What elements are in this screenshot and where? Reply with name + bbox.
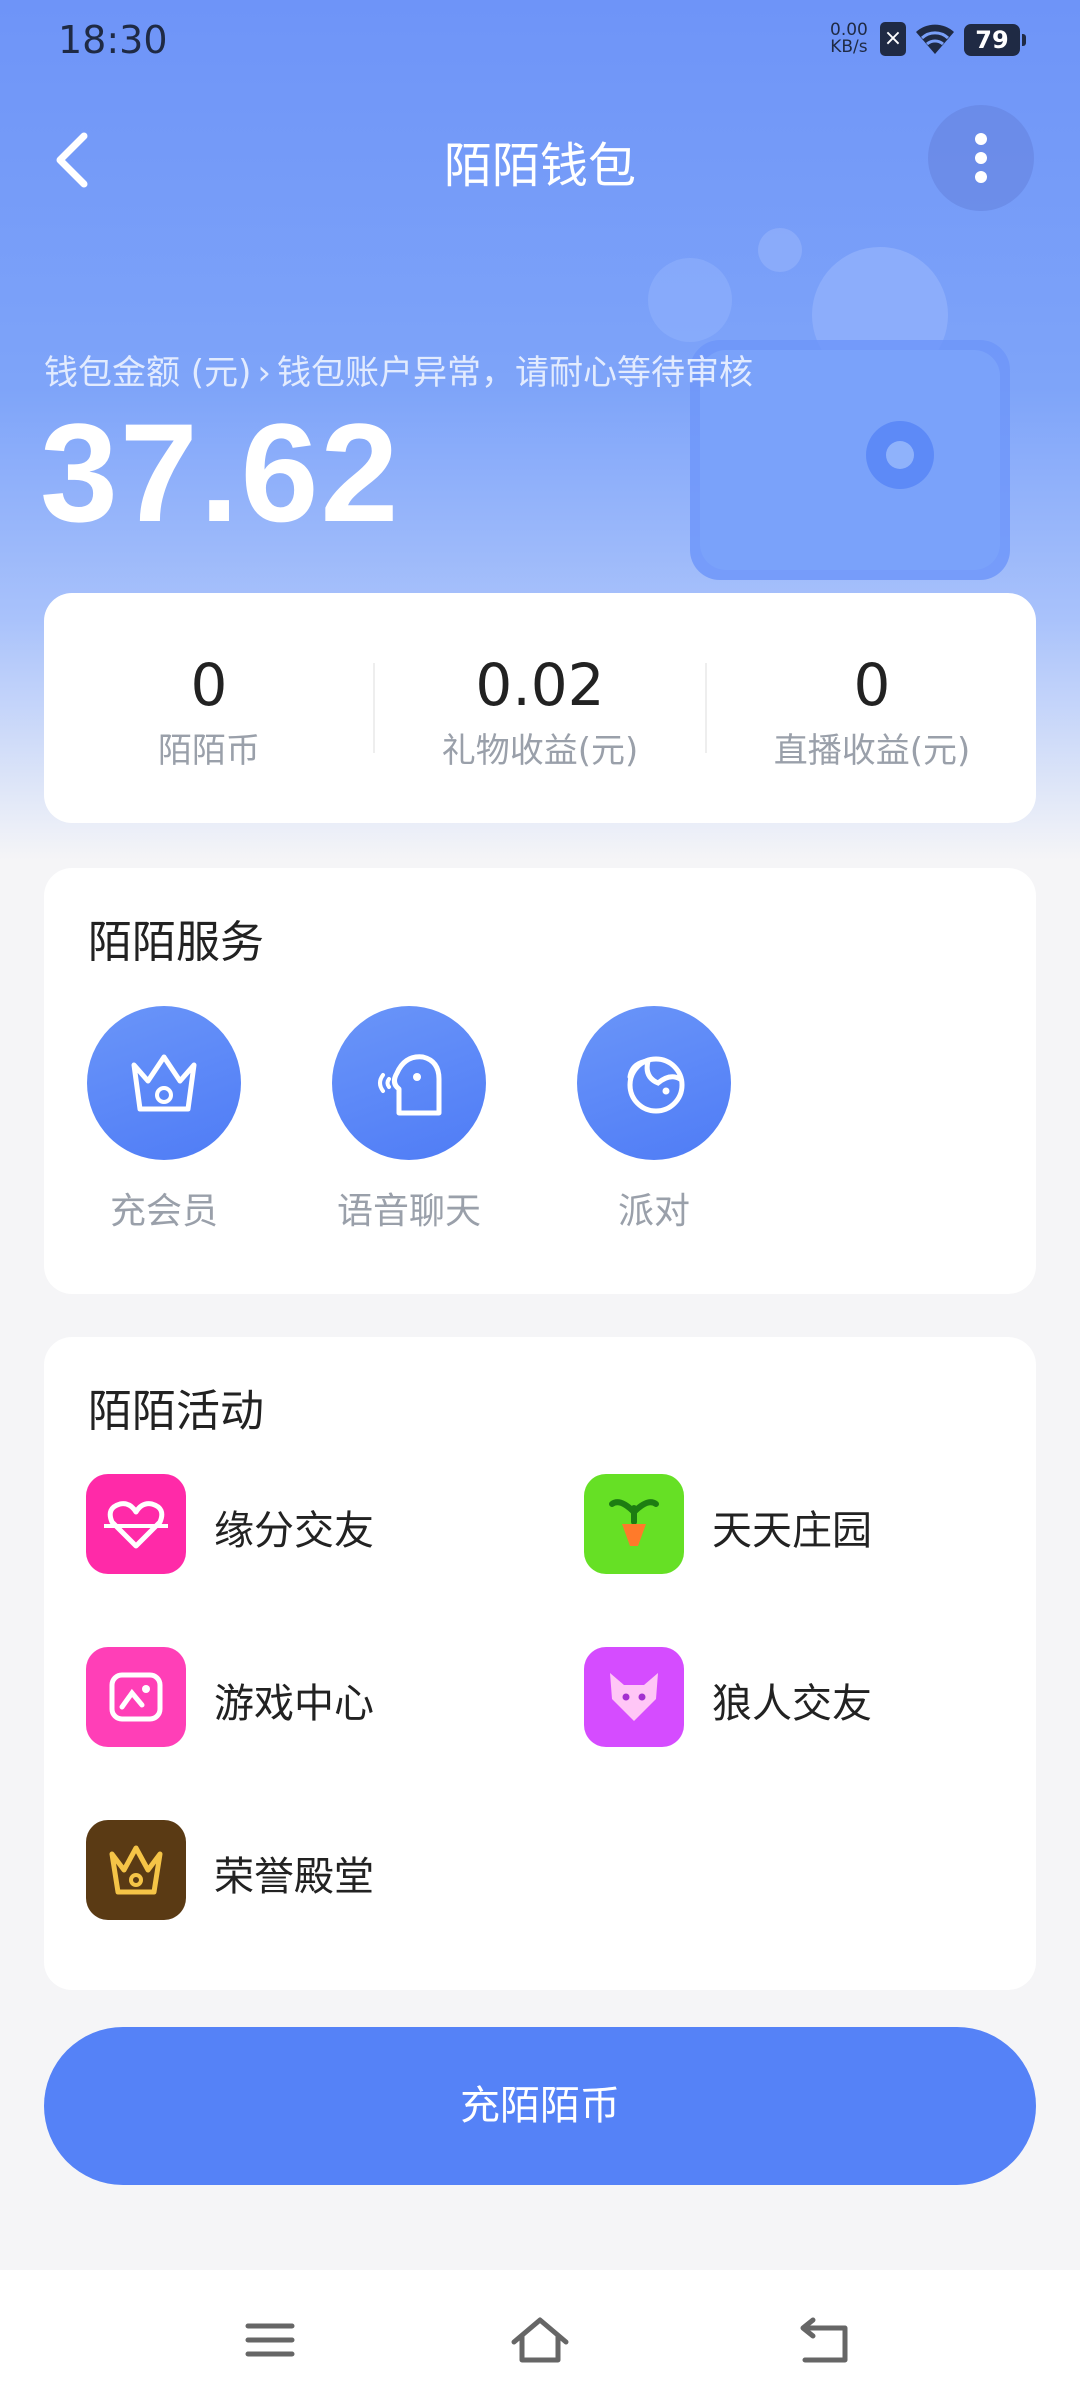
voice-chat-icon xyxy=(332,1006,486,1160)
service-label: 派对 xyxy=(617,1191,690,1232)
service-voice-chat[interactable]: 语音聊天 xyxy=(309,1006,509,1234)
stat-live-income[interactable]: 0 直播收益(元) xyxy=(707,593,1037,823)
wallet-illustration-icon xyxy=(648,228,1010,580)
heart-icon xyxy=(86,1474,186,1574)
party-icon xyxy=(577,1006,731,1160)
nav-back-button[interactable] xyxy=(785,2300,865,2380)
stat-value: 0.02 xyxy=(475,651,605,719)
game-icon xyxy=(86,1647,186,1747)
activity-destiny-friends[interactable]: 缘分交友 xyxy=(86,1474,506,1574)
activity-label: 荣誉殿堂 xyxy=(214,1854,374,1900)
battery-indicator: 79 xyxy=(964,24,1026,56)
activity-label: 游戏中心 xyxy=(214,1681,374,1727)
activity-game-center[interactable]: 游戏中心 xyxy=(86,1647,506,1747)
service-label: 语音聊天 xyxy=(336,1191,481,1232)
nav-menu-button[interactable] xyxy=(230,2300,310,2380)
activity-daily-farm[interactable]: 天天庄园 xyxy=(584,1474,1004,1574)
service-label: 充会员 xyxy=(109,1191,218,1232)
stat-value: 0 xyxy=(853,651,891,719)
sprout-icon xyxy=(584,1474,684,1574)
menu-icon xyxy=(245,2323,295,2357)
more-vertical-icon-dot xyxy=(975,171,987,183)
home-icon xyxy=(511,2317,569,2363)
service-vip[interactable]: 充会员 xyxy=(64,1006,264,1234)
activity-label: 狼人交友 xyxy=(712,1681,872,1727)
wallet-balance-label-row[interactable]: 钱包金额 (元) › 钱包账户异常，请耐心等待审核 xyxy=(44,345,753,394)
network-speed-unit: KB/s xyxy=(830,37,868,57)
stats-card: 0 陌陌币 0.02 礼物收益(元) 0 直播收益(元) xyxy=(44,593,1036,823)
recharge-momo-coin-button[interactable]: 充陌陌币 xyxy=(44,2027,1036,2185)
chevron-right-icon: › xyxy=(257,353,271,393)
sim-x-icon: × xyxy=(880,22,906,56)
network-speed: 0.00 KB/s xyxy=(830,22,868,56)
wallet-balance-label: 钱包金额 (元) xyxy=(44,353,252,393)
more-vertical-icon xyxy=(975,133,987,145)
stat-label: 礼物收益(元) xyxy=(441,731,639,771)
wifi-icon xyxy=(916,24,954,54)
more-vertical-icon-dot xyxy=(975,152,987,164)
back-icon xyxy=(800,2317,848,2363)
wolf-icon xyxy=(584,1647,684,1747)
activities-card: 陌陌活动 缘分交友 天天庄园 游戏中心 狼人交友 荣誉殿堂 xyxy=(44,1337,1036,1990)
stat-momo-coin[interactable]: 0 陌陌币 xyxy=(44,593,374,823)
stat-label: 直播收益(元) xyxy=(773,731,971,771)
more-options-button[interactable] xyxy=(928,105,1034,211)
stat-gift-income[interactable]: 0.02 礼物收益(元) xyxy=(375,593,705,823)
stat-label: 陌陌币 xyxy=(158,731,260,771)
services-title: 陌陌服务 xyxy=(88,917,264,968)
status-bar: 18:30 0.00 KB/s × 79 xyxy=(0,0,1080,84)
stat-value: 0 xyxy=(190,651,228,719)
status-time: 18:30 xyxy=(58,18,168,62)
activities-title: 陌陌活动 xyxy=(88,1386,264,1437)
service-party[interactable]: 派对 xyxy=(554,1006,754,1234)
activity-werewolf[interactable]: 狼人交友 xyxy=(584,1647,1004,1747)
activity-hall-of-honor[interactable]: 荣誉殿堂 xyxy=(86,1820,506,1920)
activity-label: 天天庄园 xyxy=(712,1508,872,1554)
nav-home-button[interactable] xyxy=(500,2300,580,2380)
wallet-notice: 钱包账户异常，请耐心等待审核 xyxy=(276,353,753,393)
crown-icon xyxy=(87,1006,241,1160)
services-card: 陌陌服务 充会员 语音聊天 派对 xyxy=(44,868,1036,1294)
page-title: 陌陌钱包 xyxy=(443,138,636,194)
activity-label: 缘分交友 xyxy=(214,1508,374,1554)
crown-icon xyxy=(86,1820,186,1920)
wallet-balance: 37.62 xyxy=(40,394,401,551)
system-navigation-bar xyxy=(0,2270,1080,2408)
